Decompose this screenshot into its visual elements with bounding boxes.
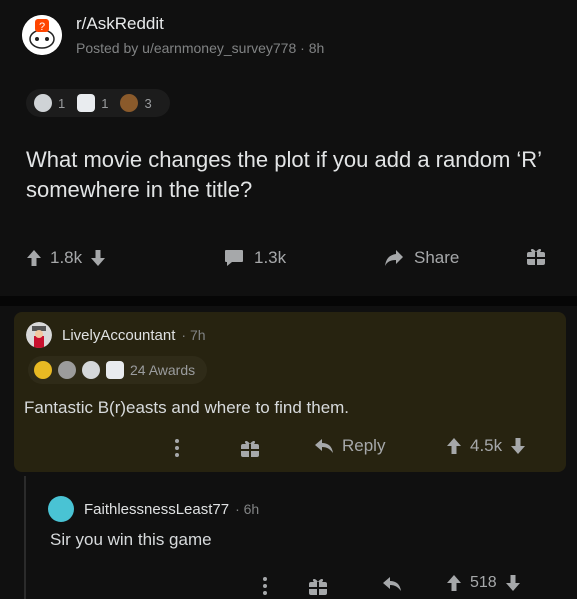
comment-vote-group: 4.5k [446,436,526,456]
upvote-icon[interactable] [446,437,462,455]
comments-button[interactable]: 1.3k [224,248,286,268]
downvote-icon[interactable] [505,574,521,592]
reply-button[interactable]: Reply [314,436,385,456]
gift-icon[interactable] [308,576,328,599]
reply-body: Sir you win this game [50,530,212,549]
more-options-icon[interactable] [262,576,268,599]
reply-author-row: FaithlessnessLeast77 · 6h [48,496,259,522]
award-count: 3 [144,95,152,111]
post-header: ? r/AskReddit Posted by u/earnmoney_surv… [22,14,324,56]
helpful-award-icon [77,94,96,112]
subreddit-name[interactable]: r/AskReddit [76,14,324,34]
downvote-icon[interactable] [510,437,526,455]
comment-author-row: LivelyAccountant · 7h [26,322,206,348]
upvote-icon[interactable] [26,249,42,267]
post-title[interactable]: What movie changes the plot if you add a… [26,145,556,205]
more-options-icon[interactable] [174,438,180,463]
downvote-icon[interactable] [90,249,106,267]
award-button[interactable] [526,246,546,271]
user-avatar[interactable] [48,496,74,522]
comment-bubble-icon [225,250,243,266]
comment-author[interactable]: LivelyAccountant [62,327,175,344]
subreddit-avatar-icon[interactable]: ? [22,15,62,55]
gift-icon[interactable] [240,438,260,463]
silver-award-icon [82,361,100,379]
reply-actions: 518 [0,574,577,599]
section-divider [0,296,577,306]
comment-awards[interactable]: 24 Awards [28,356,208,384]
gold-award-icon [34,361,52,379]
reply-arrow-icon[interactable] [382,576,402,597]
svg-text:?: ? [39,21,45,33]
comment-time: · 7h [181,327,206,343]
reply-score: 518 [470,574,497,591]
helpful-award-icon [106,361,124,379]
comment-time: · 6h [235,501,260,517]
silver-award-icon [34,94,52,112]
comment-body: Fantastic B(r)easts and where to find th… [24,398,350,417]
post-vote-group: 1.8k [26,248,106,268]
share-button[interactable]: Share [384,248,459,268]
reply-arrow-icon [315,439,333,453]
gift-icon [527,248,545,265]
share-label: Share [414,248,460,267]
monkey-award-icon [120,94,139,112]
upvote-icon[interactable] [446,574,462,592]
comment-author[interactable]: FaithlessnessLeast77 [84,501,229,518]
comment-count: 1.3k [254,248,287,267]
top-comment-card: LivelyAccountant · 7h 24 Awards Fantasti… [14,312,566,472]
post-awards[interactable]: 1 1 3 [26,89,170,117]
award-count: 1 [101,95,109,111]
user-avatar[interactable] [26,322,52,348]
share-arrow-icon [385,250,403,266]
comment-actions: Reply 4.5k [14,434,566,464]
awards-count-label: 24 Awards [130,362,196,378]
comment-score: 4.5k [470,436,503,455]
post-action-bar: 1.8k 1.3k Share [26,240,556,276]
bravo-award-icon [58,361,76,379]
post-meta: Posted by u/earnmoney_survey778 · 8h [76,40,325,56]
reply-label: Reply [342,436,386,455]
award-count: 1 [58,95,66,111]
post-score: 1.8k [50,248,83,267]
reply-vote-group: 518 [446,574,521,592]
